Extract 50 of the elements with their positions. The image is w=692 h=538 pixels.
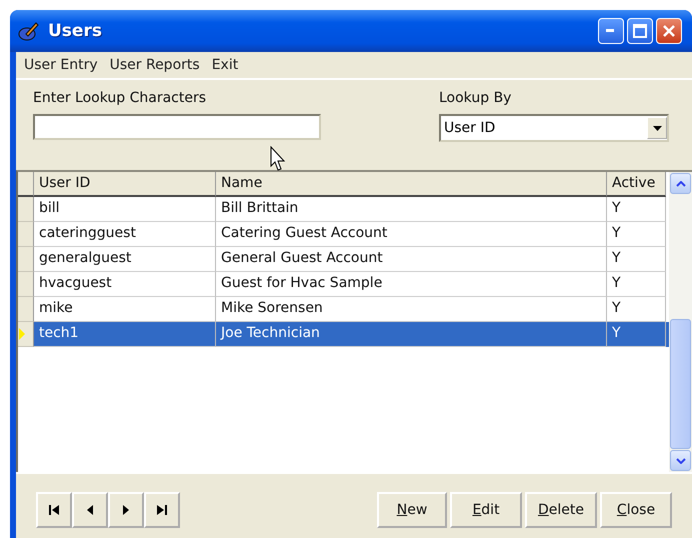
close-icon <box>662 24 676 38</box>
maximize-button[interactable] <box>627 18 653 44</box>
row-header[interactable] <box>18 322 34 347</box>
scrollbar[interactable] <box>669 172 692 472</box>
table-cell: Y <box>607 322 666 347</box>
table-row[interactable]: tech1 Joe Technician Y <box>18 322 669 347</box>
first-record-icon <box>48 504 60 516</box>
table-row[interactable]: bill Bill Brittain Y <box>18 197 669 222</box>
menu-item[interactable]: User Entry <box>20 56 102 74</box>
navigation-button[interactable] <box>144 492 180 528</box>
action-button[interactable]: Close <box>600 492 672 528</box>
row-header[interactable] <box>18 247 34 272</box>
scroll-thumb[interactable] <box>670 319 691 449</box>
table-row[interactable]: cateringguest Catering Guest Account Y <box>18 222 669 247</box>
column-header[interactable]: User ID <box>34 172 216 197</box>
row-header[interactable] <box>18 197 34 222</box>
navigation-button[interactable] <box>72 492 108 528</box>
row-header[interactable] <box>18 272 34 297</box>
navigation-button[interactable] <box>108 492 144 528</box>
close-button[interactable] <box>656 18 682 44</box>
table-cell: tech1 <box>34 322 216 347</box>
minimize-icon <box>606 29 616 33</box>
table-cell: Joe Technician <box>216 322 607 347</box>
last-record-icon <box>156 504 168 516</box>
table-row[interactable]: mike Mike Sorensen Y <box>18 297 669 322</box>
corner-header <box>18 172 34 197</box>
lookup-by-dropdown[interactable]: User ID <box>439 114 669 142</box>
table-row[interactable]: generalguest General Guest Account Y <box>18 247 669 272</box>
action-button[interactable]: New <box>377 492 447 528</box>
window-title: Users <box>48 21 102 41</box>
caret-icon <box>652 126 662 130</box>
row-header[interactable] <box>18 297 34 322</box>
field-label: Lookup By <box>439 90 512 106</box>
menu-item[interactable]: User Reports <box>106 56 204 74</box>
scroll-down-icon <box>676 458 686 464</box>
row-header[interactable] <box>18 222 34 247</box>
column-header[interactable]: Name <box>216 172 607 197</box>
scroll-up-icon <box>676 180 686 186</box>
navigation-button[interactable] <box>36 492 72 528</box>
minimize-button[interactable] <box>598 18 624 44</box>
column-header[interactable]: Active <box>607 172 666 197</box>
action-button[interactable]: Edit <box>450 492 522 528</box>
lookup-field[interactable] <box>33 114 321 140</box>
current-row-icon <box>18 327 26 341</box>
action-button[interactable]: Delete <box>525 492 597 528</box>
maximize-icon <box>633 24 647 38</box>
field-label: Enter Lookup Characters <box>33 90 208 106</box>
menu-item[interactable]: Exit <box>208 56 242 74</box>
table-row[interactable]: hvacguest Guest for Hvac Sample Y <box>18 272 669 297</box>
app-icon <box>18 20 40 42</box>
